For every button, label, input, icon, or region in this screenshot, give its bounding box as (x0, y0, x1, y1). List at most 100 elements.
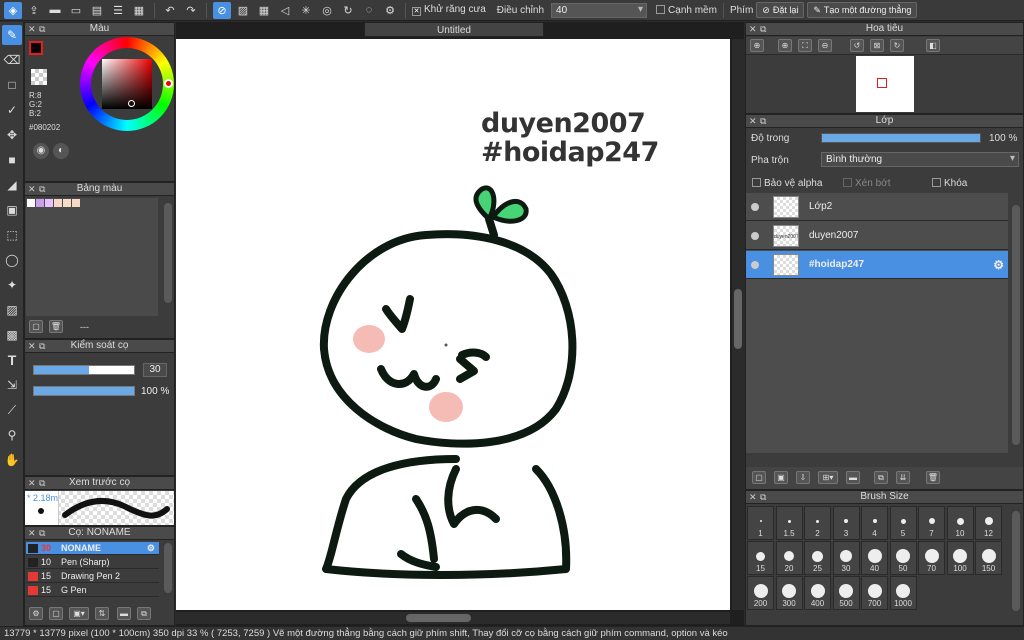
list-icon[interactable]: ☰ (109, 2, 127, 19)
brush-size-cell[interactable]: 1 (747, 506, 774, 540)
brush-opacity-slider[interactable] (33, 386, 135, 396)
detach-icon[interactable]: ⧉ (39, 183, 45, 195)
grid-icon[interactable]: ▦ (130, 2, 148, 19)
brush-size-cell[interactable]: 5 (889, 506, 917, 540)
zoom-out-icon[interactable]: ⊖ (818, 39, 832, 52)
brush-size-slider[interactable] (33, 365, 135, 375)
close-icon[interactable]: ✕ (749, 491, 757, 503)
palette-swatch[interactable] (54, 199, 62, 207)
grid-snap-icon[interactable]: ▦ (255, 2, 273, 19)
document-tab[interactable]: Untitled (364, 22, 544, 37)
navigator-viewport[interactable] (877, 78, 887, 88)
close-icon[interactable]: ✕ (28, 477, 36, 489)
brush-size-cell[interactable]: 400 (804, 576, 831, 610)
brush-size-cell[interactable]: 300 (775, 576, 803, 610)
new-brush-icon[interactable]: ▢ (49, 607, 63, 620)
brush-settings-icon[interactable]: ⚙ (29, 607, 43, 620)
layer-row[interactable]: #hoidap247 ⚙ (746, 251, 1008, 279)
hand-tool-icon[interactable]: ✋ (2, 450, 22, 470)
palette-swatch[interactable] (72, 199, 80, 207)
brush-size-cell[interactable]: 25 (804, 541, 831, 575)
parallel-snap-icon[interactable]: ▨ (234, 2, 252, 19)
gradient-tool-icon[interactable]: ▣ (2, 200, 22, 220)
brush-size-cell[interactable]: 700 (861, 576, 888, 610)
canvas[interactable]: duyen2007 #hoidap247 (176, 39, 730, 610)
import-layer-icon[interactable]: ⇩ (796, 471, 810, 484)
horizontal-scrollbar[interactable] (176, 612, 730, 624)
flip-icon[interactable]: ◧ (926, 39, 940, 52)
palette-swatch[interactable] (63, 199, 71, 207)
add-brush-menu-icon[interactable]: ▣▾ (69, 607, 89, 620)
straight-line-button[interactable]: ✎ Tạo một đường thẳng (807, 2, 918, 18)
palette-icon[interactable]: ◉ (33, 143, 49, 159)
palette-scrollbar[interactable] (164, 203, 172, 303)
lock-checkbox[interactable]: Khóa (932, 178, 967, 189)
visibility-icon[interactable] (751, 202, 759, 211)
eyedropper-tool-icon[interactable]: ⚲ (2, 425, 22, 445)
add-layer-menu-icon[interactable]: ⊞▾ (818, 471, 838, 484)
rotate-right-icon[interactable]: ↻ (890, 39, 904, 52)
lasso-tool-icon[interactable]: ◯ (2, 250, 22, 270)
zoom-in-icon[interactable]: ⊕ (750, 39, 764, 52)
brush-size-cell[interactable]: 12 (975, 506, 1002, 540)
new-layer-icon[interactable]: ▢ (752, 471, 766, 484)
detach-icon[interactable]: ⧉ (760, 23, 766, 35)
vertical-scrollbar[interactable] (732, 39, 744, 610)
transparent-color-swatch[interactable] (31, 69, 47, 85)
gear-icon[interactable]: ⚙ (147, 542, 155, 554)
antialias-checkbox[interactable]: ✕ Khử răng cưa (412, 4, 486, 16)
navigator-thumbnail[interactable] (856, 56, 914, 112)
operation-tool-icon[interactable]: ⇲ (2, 375, 22, 395)
rect-select-tool-icon[interactable]: □ (2, 75, 22, 95)
detach-icon[interactable]: ⧉ (760, 115, 766, 127)
delete-palette-icon[interactable]: 🗑 (49, 320, 63, 333)
layer-icon[interactable]: ◈ (4, 1, 22, 19)
vertical-scroll-thumb[interactable] (734, 289, 742, 349)
marquee-tool-icon[interactable]: ⬚ (2, 225, 22, 245)
brush-size-cell[interactable]: 4 (861, 506, 888, 540)
brush-folder-icon[interactable]: ▬ (117, 607, 131, 620)
detach-icon[interactable]: ⧉ (39, 477, 45, 489)
brush-size-cell[interactable]: 70 (918, 541, 945, 575)
comment-icon[interactable]: ▭ (67, 2, 85, 19)
brush-size-cell[interactable]: 150 (975, 541, 1002, 575)
brush-size-cell[interactable]: 100 (946, 541, 974, 575)
color-picker-handle[interactable] (128, 100, 135, 107)
close-icon[interactable]: ✕ (28, 23, 36, 35)
protect-alpha-checkbox[interactable]: Bảo vệ alpha (752, 178, 822, 189)
redo-icon[interactable]: ↷ (182, 2, 200, 19)
palette-swatch[interactable] (36, 199, 44, 207)
horizontal-scroll-thumb[interactable] (406, 614, 471, 622)
detach-icon[interactable]: ⧉ (39, 340, 45, 352)
brush-size-cell[interactable]: 200 (747, 576, 774, 610)
new-palette-icon[interactable]: ▢ (29, 320, 43, 333)
brush-list-item[interactable]: 15 G Pen (26, 584, 159, 597)
foreground-color-swatch[interactable] (29, 41, 43, 55)
close-icon[interactable]: ✕ (28, 527, 36, 539)
hue-ring[interactable] (80, 37, 174, 131)
brush-list-scrollbar[interactable] (164, 543, 172, 593)
detach-icon[interactable]: ⧉ (760, 491, 766, 503)
brush-size-cell[interactable]: 7 (918, 506, 945, 540)
clipping-checkbox[interactable]: Xén bớt (843, 178, 890, 189)
brush-size-cell[interactable]: 15 (747, 541, 774, 575)
brush-list-item[interactable]: 30 NONAME ⚙ (26, 542, 159, 555)
zoom-in-step-icon[interactable]: ⊕ (778, 39, 792, 52)
brush-size-cell[interactable]: 1000 (889, 576, 917, 610)
layer-opacity-slider[interactable] (821, 133, 981, 143)
no-snap-icon[interactable]: ⊘ (213, 1, 231, 19)
brush-size-cell[interactable]: 500 (832, 576, 860, 610)
fit-icon[interactable]: ⛶ (798, 39, 812, 52)
adjust-select[interactable]: 40 (551, 2, 648, 18)
duplicate-layer-icon[interactable]: ⧉ (874, 471, 888, 484)
close-icon[interactable]: ✕ (749, 23, 757, 35)
ellipse-snap-icon[interactable]: ◌ (360, 2, 378, 19)
brush-size-cell[interactable]: 1.5 (775, 506, 803, 540)
layer-folder-icon[interactable]: ▬ (846, 471, 860, 484)
brush-size-cell[interactable]: 30 (832, 541, 860, 575)
brush-size-scrollbar[interactable] (1012, 511, 1020, 611)
vanish-snap-icon[interactable]: ◁ (276, 2, 294, 19)
close-icon[interactable]: ✕ (28, 183, 36, 195)
bucket-tool-icon[interactable]: ◢ (2, 175, 22, 195)
export-icon[interactable]: ⇪ (25, 2, 43, 19)
